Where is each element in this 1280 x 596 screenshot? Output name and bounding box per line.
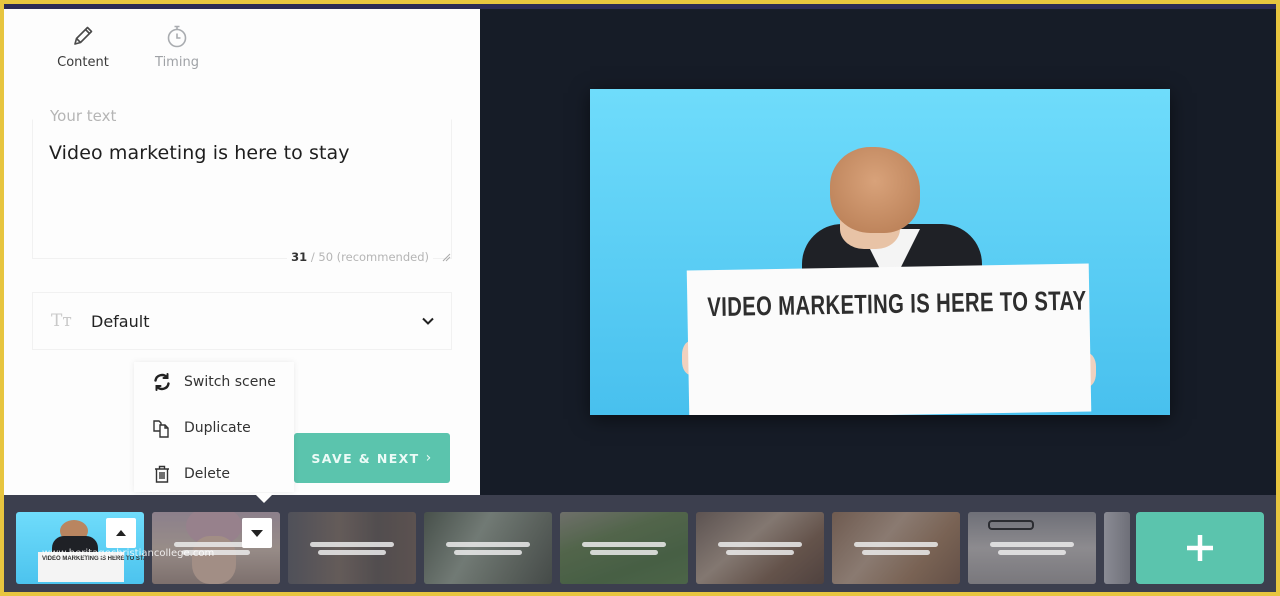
- font-style-value: Default: [91, 311, 150, 331]
- thumb-text-line: [990, 542, 1074, 547]
- thumb-overlay: [560, 512, 688, 584]
- scene-thumbnail-8[interactable]: [968, 512, 1096, 584]
- scene-thumbnail-6[interactable]: [696, 512, 824, 584]
- thumb-text-line: [310, 542, 394, 547]
- scene-context-menu: Switch scene Duplicate Delete: [134, 362, 294, 492]
- editor-tabs: Content Timing: [54, 23, 206, 70]
- chevron-down-icon: [422, 317, 434, 325]
- menu-item-delete[interactable]: Delete: [152, 464, 230, 484]
- copy-icon: [153, 420, 169, 438]
- refresh-icon: [154, 373, 170, 391]
- thumb-text-line: [726, 550, 794, 555]
- watermark: www.heritagechristiancollege.com: [42, 548, 215, 559]
- thumb-text-line: [454, 550, 522, 555]
- thumb-overlay: [968, 512, 1096, 584]
- font-style-dropdown[interactable]: Tт Default: [32, 292, 452, 350]
- menu-item-switch-scene-label: Switch scene: [184, 374, 276, 390]
- context-menu-pointer: [254, 493, 274, 503]
- stopwatch-icon: [167, 25, 187, 48]
- tab-timing-label: Timing: [155, 55, 199, 70]
- character-limit: / 50 (recommended): [310, 250, 429, 264]
- text-size-icon: Tт: [51, 311, 72, 331]
- preview-area: VIDEO MARKETING IS HERE TO STAY: [480, 9, 1276, 495]
- trash-icon: [155, 465, 169, 483]
- character-count: 31: [291, 250, 308, 264]
- menu-item-delete-label: Delete: [184, 466, 230, 482]
- move-scene-up-button[interactable]: [106, 518, 136, 548]
- character-counter: 31 / 50 (recommended): [287, 250, 433, 264]
- text-input[interactable]: Video marketing is here to stay 31 / 50 …: [32, 119, 452, 264]
- thumb-overlay: [832, 512, 960, 584]
- resize-handle-icon[interactable]: [441, 252, 451, 262]
- scene-thumbnail-4[interactable]: [424, 512, 552, 584]
- scene-preview: VIDEO MARKETING IS HERE TO STAY: [590, 89, 1170, 415]
- tab-content[interactable]: Content: [54, 23, 112, 70]
- save-next-label: SAVE & NEXT: [311, 450, 420, 466]
- thumb-text-line: [590, 550, 658, 555]
- text-input-label: Your text: [50, 107, 117, 125]
- person-hair: [830, 147, 920, 233]
- thumb-text-line: [446, 542, 530, 547]
- thumb-text-line: [862, 550, 930, 555]
- thumb-overlay: [696, 512, 824, 584]
- sign-board: VIDEO MARKETING IS HERE TO STAY: [686, 263, 1092, 415]
- thumb-text-line: [854, 542, 938, 547]
- pencil-icon: [74, 26, 93, 45]
- thumb-overlay: [1104, 512, 1130, 584]
- thumb-text-line: [718, 542, 802, 547]
- save-next-button[interactable]: SAVE & NEXT ›: [294, 433, 450, 483]
- scene-thumbnail-5[interactable]: [560, 512, 688, 584]
- thumb-text-line: [582, 542, 666, 547]
- tab-content-label: Content: [57, 55, 109, 70]
- app-frame: Content Timing Video marketing is here t…: [4, 4, 1276, 592]
- thumb-text-line: [318, 550, 386, 555]
- thumb-overlay: [288, 512, 416, 584]
- thumb-text-line: [998, 550, 1066, 555]
- chevron-right-icon: ›: [425, 450, 433, 466]
- arrow-up-icon: [116, 530, 126, 536]
- scene-thumbnail-9[interactable]: [1104, 512, 1130, 584]
- thumb-overlay: [424, 512, 552, 584]
- arrow-down-icon: [251, 529, 263, 537]
- menu-item-duplicate[interactable]: Duplicate: [152, 418, 251, 438]
- text-input-value[interactable]: Video marketing is here to stay: [49, 142, 350, 164]
- tab-timing[interactable]: Timing: [148, 23, 206, 70]
- move-scene-down-button[interactable]: [242, 518, 272, 548]
- scene-timeline: VIDEO MARKETING IS HERE TO STAY: [4, 495, 1276, 592]
- add-scene-button[interactable]: [1136, 512, 1264, 584]
- scene-thumbnail-7[interactable]: [832, 512, 960, 584]
- scene-thumbnail-3[interactable]: [288, 512, 416, 584]
- sign-text: VIDEO MARKETING IS HERE TO STAY: [707, 285, 1087, 323]
- menu-item-duplicate-label: Duplicate: [184, 420, 251, 436]
- menu-item-switch-scene[interactable]: Switch scene: [152, 372, 276, 392]
- plus-icon: [1187, 535, 1213, 561]
